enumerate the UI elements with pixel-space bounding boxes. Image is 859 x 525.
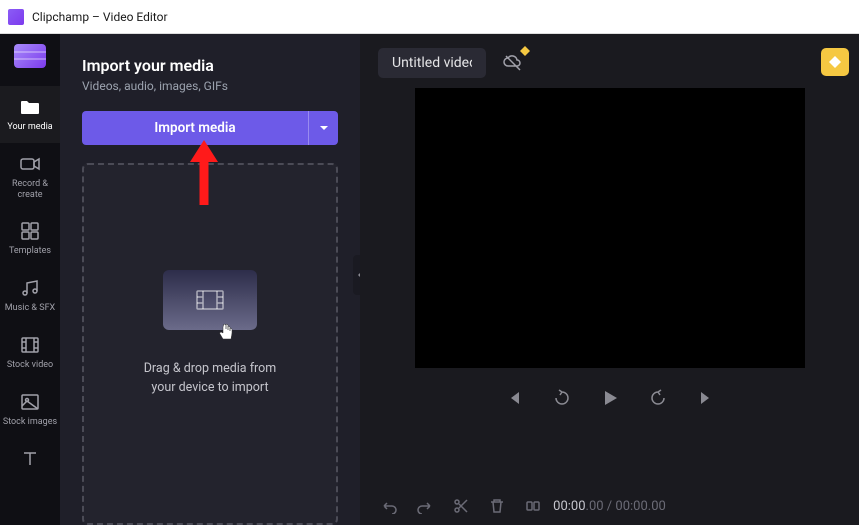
timeline-toolbar: 00:00.00 / 00:00.00 xyxy=(360,487,859,525)
preview-area: 00:00.00 / 00:00.00 xyxy=(360,34,859,525)
sidebar-item-record[interactable]: Record & create xyxy=(0,143,60,211)
sidebar-item-label: Your media xyxy=(7,122,52,133)
undo-button[interactable] xyxy=(378,495,400,517)
app-title: Clipchamp – Video Editor xyxy=(32,10,168,24)
folder-icon xyxy=(19,96,41,118)
chevron-down-icon xyxy=(319,125,329,131)
sidebar: Your media Record & create Templates Mus… xyxy=(0,34,60,525)
skip-start-button[interactable] xyxy=(500,384,528,412)
hand-cursor-icon xyxy=(215,322,237,344)
forward-button[interactable] xyxy=(644,384,672,412)
diamond-icon xyxy=(520,46,530,56)
image-icon xyxy=(19,391,41,413)
redo-button[interactable] xyxy=(414,495,436,517)
diamond-icon xyxy=(828,55,842,69)
sidebar-item-stock-video[interactable]: Stock video xyxy=(0,324,60,381)
music-icon xyxy=(19,277,41,299)
film-icon xyxy=(19,334,41,356)
sidebar-item-music[interactable]: Music & SFX xyxy=(0,267,60,324)
play-icon xyxy=(601,389,619,407)
remove-background-button[interactable] xyxy=(498,48,528,78)
app-icon xyxy=(8,9,24,25)
trash-icon xyxy=(489,498,505,514)
forward-icon xyxy=(649,389,667,407)
sidebar-item-your-media[interactable]: Your media xyxy=(0,86,60,143)
camera-icon xyxy=(19,153,41,175)
sidebar-item-templates[interactable]: Templates xyxy=(0,210,60,267)
import-dropdown-button[interactable] xyxy=(308,111,338,145)
panel-title: Import your media xyxy=(82,56,338,75)
media-dropzone[interactable]: Drag & drop media fromyour device to imp… xyxy=(82,163,338,525)
rewind-button[interactable] xyxy=(548,384,576,412)
sidebar-item-label: Templates xyxy=(9,246,51,257)
skip-end-button[interactable] xyxy=(692,384,720,412)
play-button[interactable] xyxy=(596,384,624,412)
dropzone-text: Drag & drop media fromyour device to imp… xyxy=(144,360,277,398)
film-strip-icon xyxy=(196,290,224,310)
text-icon xyxy=(19,448,41,470)
cloud-off-icon xyxy=(503,53,523,73)
delete-button[interactable] xyxy=(486,495,508,517)
annotation-arrow xyxy=(190,140,230,210)
sidebar-item-label: Music & SFX xyxy=(5,303,55,314)
import-panel: Import your media Videos, audio, images,… xyxy=(60,34,360,525)
skip-forward-icon xyxy=(698,390,714,406)
scissors-icon xyxy=(453,498,469,514)
sidebar-item-text[interactable] xyxy=(0,438,60,484)
dropzone-thumbnail xyxy=(163,270,257,330)
redo-icon xyxy=(417,498,433,514)
undo-icon xyxy=(381,498,397,514)
time-display: 00:00.00 / 00:00.00 xyxy=(553,499,666,514)
rewind-icon xyxy=(553,389,571,407)
cut-button[interactable] xyxy=(450,495,472,517)
premium-button[interactable] xyxy=(821,48,849,76)
title-bar: Clipchamp – Video Editor xyxy=(0,0,859,34)
sidebar-item-label: Stock video xyxy=(7,360,53,371)
video-title-input[interactable] xyxy=(378,48,486,78)
video-canvas[interactable] xyxy=(415,88,805,368)
split-button[interactable] xyxy=(522,495,544,517)
split-icon xyxy=(525,498,541,514)
video-container xyxy=(360,88,859,487)
templates-icon xyxy=(19,220,41,242)
preview-header xyxy=(360,34,859,88)
sidebar-item-label: Record & create xyxy=(2,179,58,201)
sidebar-item-stock-images[interactable]: Stock images xyxy=(0,381,60,438)
app-logo[interactable] xyxy=(14,44,46,68)
panel-subtitle: Videos, audio, images, GIFs xyxy=(82,79,338,93)
skip-back-icon xyxy=(506,390,522,406)
sidebar-item-label: Stock images xyxy=(3,417,57,428)
